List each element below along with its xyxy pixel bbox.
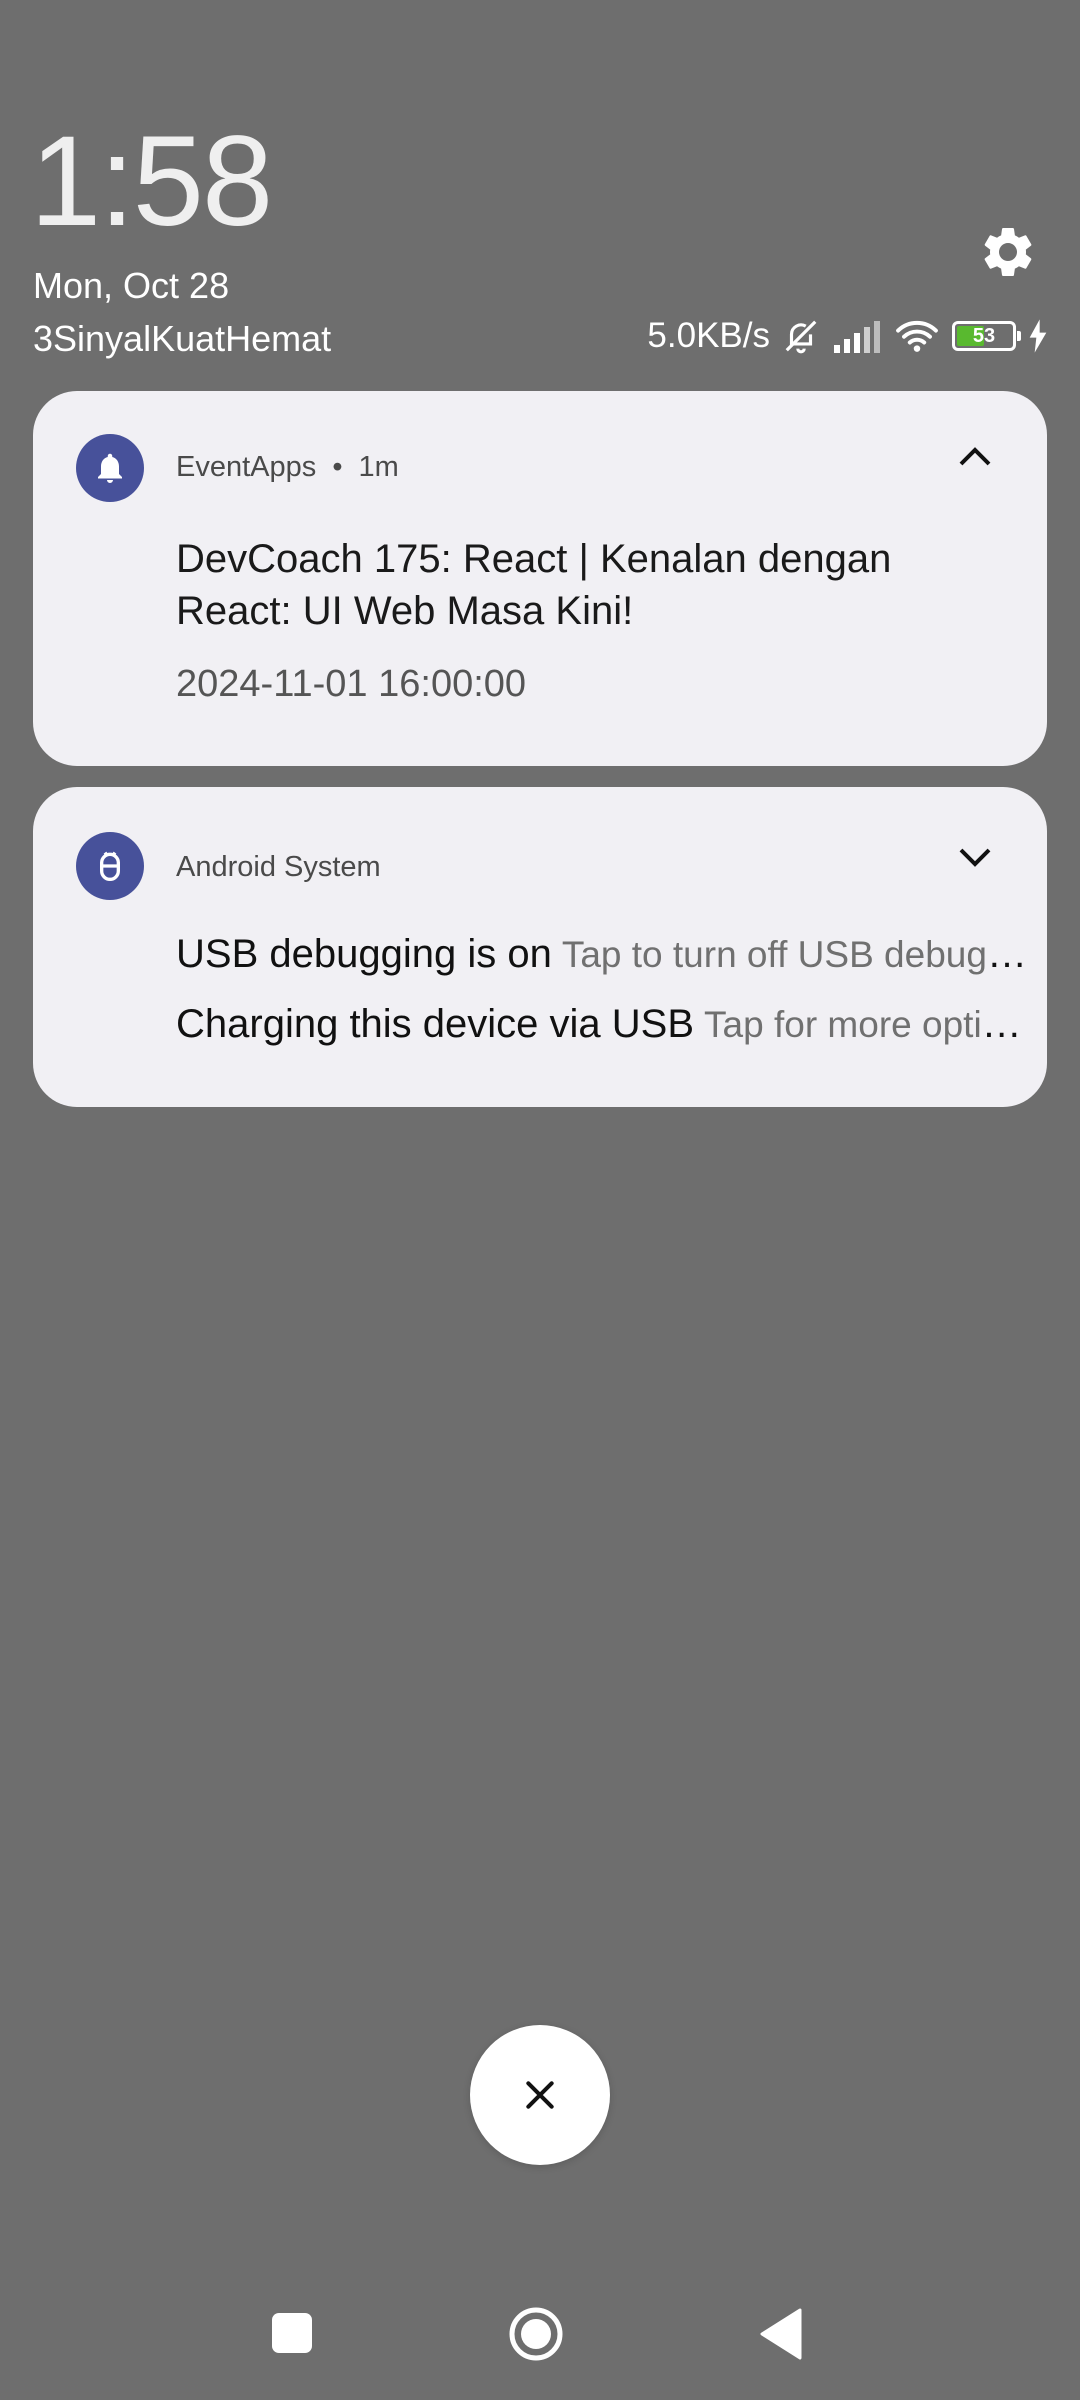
clear-all-button[interactable]	[470, 2025, 610, 2165]
line-text: Tap to turn off USB debugging	[561, 934, 1036, 975]
notification-header: EventApps • 1m	[176, 451, 399, 484]
separator-dot: •	[332, 451, 343, 483]
battery-icon: 53	[952, 321, 1021, 351]
line-title: USB debugging is on	[176, 932, 552, 976]
network-speed: 5.0KB/s	[647, 316, 770, 355]
line-title: Charging this device via USB	[176, 1002, 695, 1046]
settings-gear-icon[interactable]	[978, 222, 1038, 282]
notification-line-usb-debugging[interactable]: USB debugging is on Tap to turn off USB d…	[176, 932, 1036, 977]
chevron-up-icon[interactable]	[951, 434, 999, 482]
notification-shade: 1:58 Mon, Oct 28 3SinyalKuatHemat 5.0KB/…	[0, 0, 1080, 2400]
notification-card-android-system[interactable]: Android System USB debugging is on Tap to…	[33, 787, 1047, 1107]
close-icon	[526, 2081, 554, 2109]
bell-icon	[98, 453, 122, 483]
chevron-down-icon[interactable]	[951, 832, 999, 880]
line-text: Tap for more options.	[704, 1004, 1036, 1045]
home-button[interactable]	[508, 2306, 564, 2362]
muted-bell-icon	[785, 320, 817, 354]
battery-percentage: 53	[972, 325, 996, 347]
charging-bolt-icon	[1029, 319, 1047, 353]
back-button[interactable]	[758, 2308, 802, 2360]
app-icon-eventapps	[76, 434, 144, 502]
app-name: Android System	[176, 851, 381, 883]
wifi-icon	[896, 320, 938, 352]
cell-signal-icon	[834, 321, 880, 353]
app-name: EventApps	[176, 451, 317, 483]
carrier-name: 3SinyalKuatHemat	[33, 318, 332, 359]
notification-age: 1m	[358, 451, 399, 483]
app-icon-android-system	[76, 832, 144, 900]
notification-title: DevCoach 175: React | Kenalan dengan Rea…	[176, 537, 892, 633]
notification-line-usb-charging[interactable]: Charging this device via USB Tap for more…	[176, 1002, 1036, 1047]
recents-button[interactable]	[272, 2313, 312, 2353]
status-icons: 5.0KB/s 53	[647, 314, 1048, 358]
notification-timestamp: 2024-11-01 16:00:00	[176, 663, 527, 705]
notification-card-eventapps[interactable]: EventApps • 1m DevCoach 175: React | Ken…	[33, 391, 1047, 766]
date[interactable]: Mon, Oct 28	[33, 265, 229, 307]
clock[interactable]: 1:58	[30, 118, 273, 246]
android-icon	[100, 851, 120, 881]
